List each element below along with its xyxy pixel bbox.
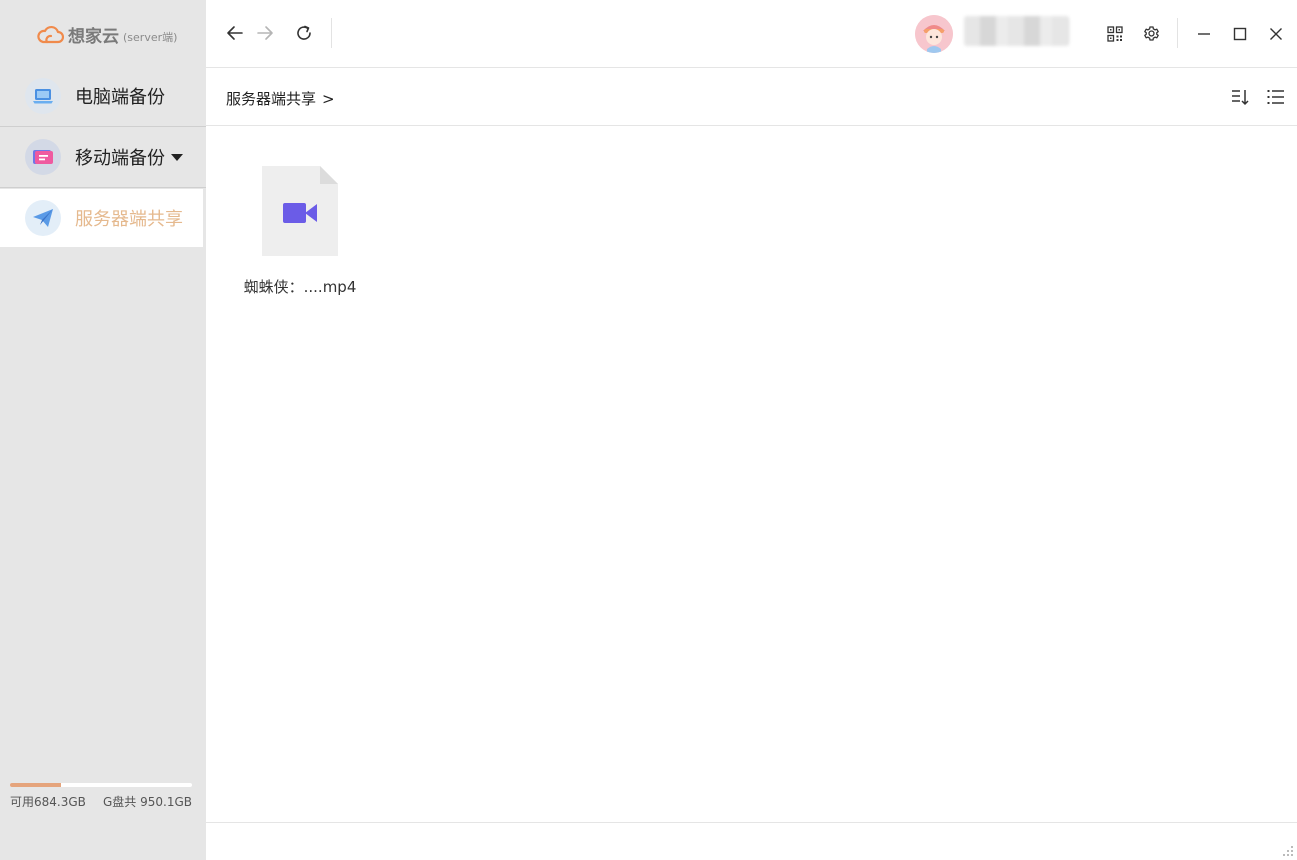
- sidebar: 想家云 (server端) 电脑端备份 移动端备份 服务器端共享 可用684.3…: [0, 0, 206, 860]
- storage-bar-fill: [10, 783, 61, 787]
- close-icon[interactable]: [1264, 22, 1288, 46]
- username-blurred: [964, 16, 1069, 46]
- storage-total: G盘共 950.1GB: [103, 795, 192, 809]
- sidebar-item-pc-backup[interactable]: 电脑端备份: [0, 67, 206, 125]
- gear-icon[interactable]: [1139, 21, 1163, 45]
- file-name: 蜘蛛侠：....mp4: [243, 278, 357, 296]
- top-toolbar: [206, 0, 1297, 68]
- breadcrumb-separator: >: [322, 90, 335, 108]
- sidebar-item-label: 服务器端共享: [75, 209, 183, 230]
- breadcrumb-item-server-share[interactable]: 服务器端共享: [226, 90, 316, 108]
- qr-code-icon[interactable]: [1103, 22, 1127, 46]
- divider: [0, 126, 206, 127]
- maximize-icon[interactable]: [1228, 22, 1252, 46]
- sidebar-item-label: 移动端备份: [75, 144, 183, 170]
- divider: [0, 187, 206, 188]
- paper-plane-icon: [25, 200, 61, 236]
- storage-available: 可用684.3GB: [10, 795, 86, 809]
- arrow-left-icon[interactable]: [223, 21, 247, 45]
- breadcrumb: 服务器端共享 >: [226, 88, 335, 109]
- laptop-icon: [25, 78, 61, 114]
- mobile-folder-icon: [25, 139, 61, 175]
- refresh-icon[interactable]: [292, 21, 316, 45]
- storage-bar: [10, 783, 192, 787]
- sort-icon[interactable]: [1228, 85, 1252, 109]
- sidebar-item-label: 电脑端备份: [75, 87, 165, 108]
- breadcrumb-bar: 服务器端共享 >: [206, 69, 1297, 126]
- app-name: 想家云: [68, 26, 119, 47]
- toolbar-separator: [1177, 18, 1178, 48]
- storage-indicator: 可用684.3GB G盘共 950.1GB: [10, 783, 192, 810]
- minimize-icon[interactable]: [1192, 22, 1216, 46]
- dropdown-caret-icon[interactable]: [171, 153, 183, 161]
- video-file-icon: [262, 166, 338, 256]
- toolbar-separator: [331, 18, 332, 48]
- avatar[interactable]: [915, 15, 953, 53]
- app-logo: 想家云 (server端): [36, 20, 177, 48]
- app-window: 想家云 (server端) 电脑端备份 移动端备份 服务器端共享 可用684.3…: [0, 0, 1297, 860]
- video-camera-icon: [283, 203, 317, 223]
- arrow-right-icon[interactable]: [253, 21, 277, 45]
- status-footer: [206, 822, 1297, 860]
- cloud-logo-icon: [37, 25, 64, 44]
- file-item[interactable]: 蜘蛛侠：....mp4: [234, 166, 366, 297]
- sidebar-item-server-share[interactable]: 服务器端共享: [0, 189, 203, 247]
- file-area: 蜘蛛侠：....mp4: [206, 126, 1297, 822]
- sidebar-item-mobile-backup[interactable]: 移动端备份: [0, 128, 206, 186]
- resize-grip-icon[interactable]: [1283, 846, 1293, 856]
- list-view-icon[interactable]: [1264, 85, 1288, 109]
- app-subtitle: (server端): [123, 31, 178, 44]
